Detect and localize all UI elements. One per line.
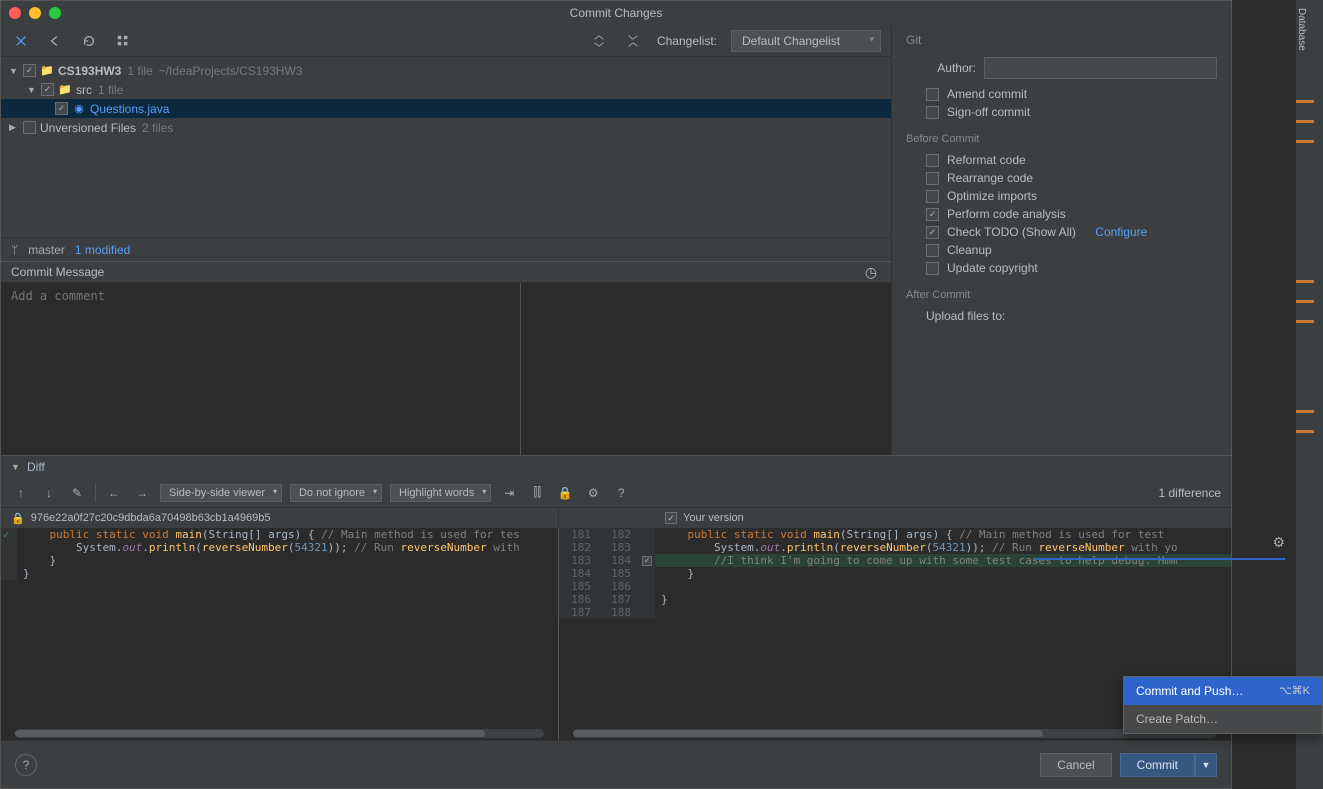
commit-message-label: Commit Message — [11, 265, 104, 279]
marker-stripe — [1296, 280, 1314, 283]
next-diff-icon[interactable]: ↓ — [39, 483, 59, 503]
marker-stripe — [1296, 140, 1314, 143]
marker-stripe — [1296, 120, 1314, 123]
marker-stripe — [1296, 410, 1314, 413]
after-commit-label: After Commit — [906, 289, 1217, 301]
h-scrollbar[interactable] — [15, 729, 544, 738]
todo-checkbox[interactable] — [926, 226, 939, 239]
checkbox[interactable] — [23, 121, 36, 134]
tree-name: Questions.java — [90, 102, 169, 116]
amend-label: Amend commit — [947, 87, 1027, 101]
commit-message-secondary[interactable] — [521, 283, 891, 455]
tree-name: Unversioned Files — [40, 121, 136, 135]
readonly-icon: 🔒 — [11, 512, 25, 525]
titlebar: Commit Changes — [1, 1, 1231, 25]
show-diff-icon[interactable] — [11, 31, 31, 51]
amend-checkbox[interactable] — [926, 88, 939, 101]
marker-stripe — [1296, 100, 1314, 103]
branch-icon: ᛘ — [11, 243, 18, 257]
highlight-dropdown[interactable]: Highlight words — [390, 484, 491, 502]
h-scrollbar[interactable] — [573, 729, 1217, 738]
author-label: Author: — [926, 61, 976, 75]
checkbox[interactable] — [41, 83, 54, 96]
edit-diff-icon[interactable]: ✎ — [67, 483, 87, 503]
collapse-unchanged-icon[interactable]: ⇥ — [499, 483, 519, 503]
tree-src-row[interactable]: ▼ 📁 src 1 file — [1, 80, 891, 99]
author-input[interactable] — [984, 57, 1217, 79]
selection-highlight — [1035, 558, 1285, 560]
changelist-dropdown[interactable]: Default Changelist — [731, 30, 881, 52]
branch-name: master — [28, 243, 65, 257]
expand-all-icon[interactable] — [589, 31, 609, 51]
help-icon[interactable]: ? — [611, 483, 631, 503]
folder-icon: 📁 — [40, 64, 54, 78]
window-title: Commit Changes — [570, 6, 663, 20]
lock-icon[interactable]: 🔒 — [555, 483, 575, 503]
help-button[interactable]: ? — [15, 754, 37, 776]
java-file-icon: ◉ — [72, 102, 86, 116]
analysis-checkbox[interactable] — [926, 208, 939, 221]
tree-file-row[interactable]: ◉ Questions.java — [1, 99, 891, 118]
marker-stripe — [1296, 320, 1314, 323]
reformat-checkbox[interactable] — [926, 154, 939, 167]
sync-scroll-icon[interactable]: ⫿⫿ — [527, 483, 547, 503]
minimize-window-button[interactable] — [29, 7, 41, 19]
marker-stripe — [1296, 300, 1314, 303]
git-section-label: Git — [906, 33, 1217, 47]
cancel-button[interactable]: Cancel — [1040, 753, 1111, 777]
modified-count[interactable]: 1 modified — [75, 243, 130, 257]
commit-actions-popup: Commit and Push…⌥⌘K Create Patch… — [1123, 676, 1323, 734]
tree-name: src — [76, 83, 92, 97]
check-mark-icon: ✓ — [3, 530, 9, 541]
prev-diff-icon[interactable]: ↑ — [11, 483, 31, 503]
revert-icon[interactable] — [45, 31, 65, 51]
tree-unversioned-row[interactable]: ▶ Unversioned Files 2 files — [1, 118, 891, 137]
database-tab[interactable]: Database — [1294, 2, 1309, 57]
tree-project-row[interactable]: ▼ 📁 CS193HW3 1 file ~/IdeaProjects/CS193… — [1, 61, 891, 80]
cleanup-checkbox[interactable] — [926, 244, 939, 257]
commit-and-push-item[interactable]: Commit and Push…⌥⌘K — [1124, 677, 1322, 705]
diff-left-pane[interactable]: ✓ public static void main(String[] args)… — [1, 528, 559, 740]
upload-label: Upload files to: — [926, 309, 1005, 323]
copyright-checkbox[interactable] — [926, 262, 939, 275]
file-tree[interactable]: ▼ 📁 CS193HW3 1 file ~/IdeaProjects/CS193… — [1, 57, 891, 237]
commit-message-input[interactable] — [1, 283, 521, 455]
configure-link[interactable]: Configure — [1095, 225, 1147, 239]
marker-stripe — [1296, 430, 1314, 433]
checkbox[interactable] — [23, 64, 36, 77]
maximize-window-button[interactable] — [49, 7, 61, 19]
viewer-mode-dropdown[interactable]: Side-by-side viewer — [160, 484, 282, 502]
collapse-all-icon[interactable] — [623, 31, 643, 51]
changelist-label: Changelist: — [657, 34, 717, 48]
diff-count: 1 difference — [1159, 486, 1222, 500]
before-commit-label: Before Commit — [906, 133, 1217, 145]
settings-icon[interactable]: ⚙ — [583, 483, 603, 503]
history-icon[interactable]: ◷ — [861, 262, 881, 282]
diff-section-label[interactable]: Diff — [27, 460, 45, 474]
commit-button[interactable]: Commit — [1120, 753, 1195, 777]
ignore-dropdown[interactable]: Do not ignore — [290, 484, 382, 502]
group-by-icon[interactable] — [113, 31, 133, 51]
forward-icon[interactable]: → — [132, 483, 152, 503]
refresh-icon[interactable] — [79, 31, 99, 51]
folder-icon: 📁 — [58, 83, 72, 97]
signoff-label: Sign-off commit — [947, 105, 1030, 119]
right-revision-label: Your version — [683, 512, 744, 524]
tree-name: CS193HW3 — [58, 64, 121, 78]
editable-checkbox[interactable] — [665, 512, 677, 524]
create-patch-item[interactable]: Create Patch… — [1124, 705, 1322, 733]
rearrange-checkbox[interactable] — [926, 172, 939, 185]
right-tool-gutter: Database — [1295, 0, 1323, 789]
close-window-button[interactable] — [9, 7, 21, 19]
checkbox[interactable] — [55, 102, 68, 115]
back-icon[interactable]: ← — [104, 483, 124, 503]
gear-icon[interactable]: ⚙ — [1272, 534, 1285, 551]
left-revision-hash: 976e22a0f27c20c9dbda6a70498b63cb1a4969b5 — [31, 512, 271, 524]
commit-dropdown-caret[interactable]: ▼ — [1195, 753, 1217, 777]
signoff-checkbox[interactable] — [926, 106, 939, 119]
optimize-checkbox[interactable] — [926, 190, 939, 203]
